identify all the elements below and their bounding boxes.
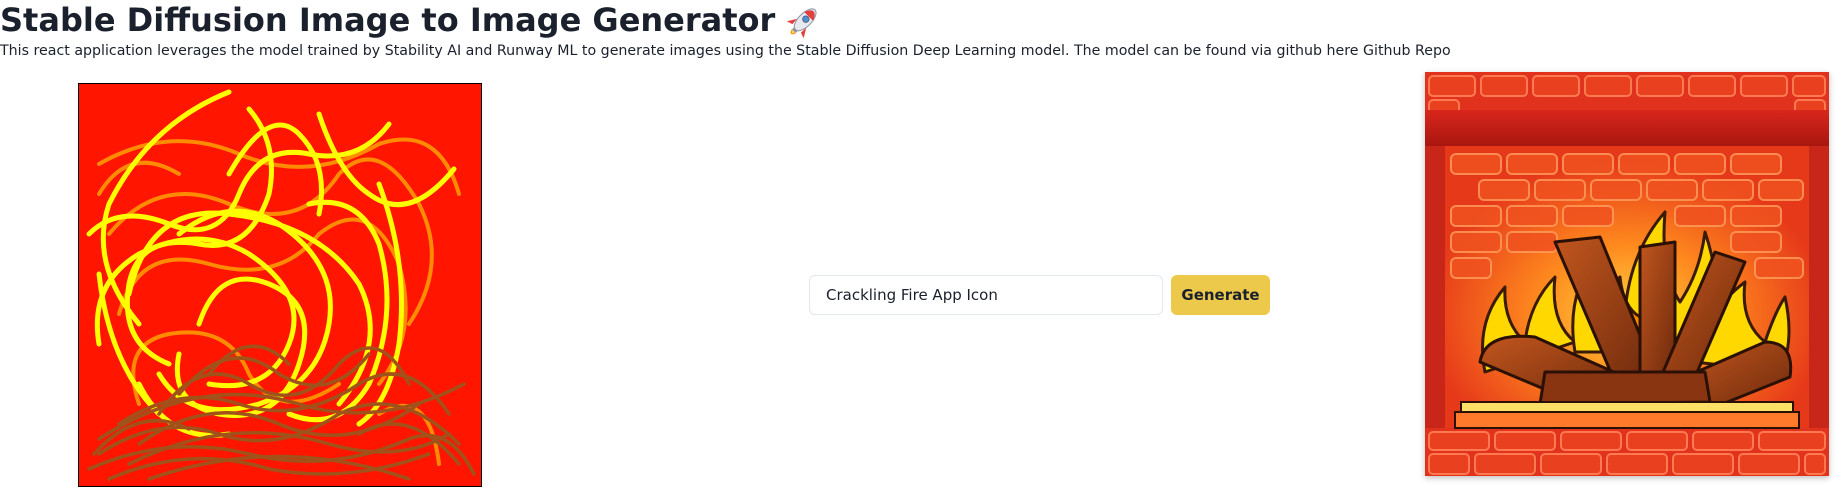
app-page: Stable Diffusion Image to Image Generato… <box>0 0 1842 493</box>
page-title-text: Stable Diffusion Image to Image Generato… <box>0 1 776 39</box>
prompt-input[interactable] <box>809 275 1163 315</box>
generated-image <box>1425 72 1829 476</box>
fireplace-image <box>1425 72 1829 476</box>
sketch-drawing <box>79 84 481 486</box>
github-repo-link[interactable]: Github Repo <box>1363 43 1451 59</box>
rocket-icon <box>787 8 817 39</box>
generate-button[interactable]: Generate <box>1171 275 1270 315</box>
description-text: This react application leverages the mod… <box>0 43 1364 59</box>
page-title: Stable Diffusion Image to Image Generato… <box>0 0 823 42</box>
description: This react application leverages the mod… <box>0 41 1451 61</box>
sketch-canvas[interactable] <box>78 83 482 487</box>
